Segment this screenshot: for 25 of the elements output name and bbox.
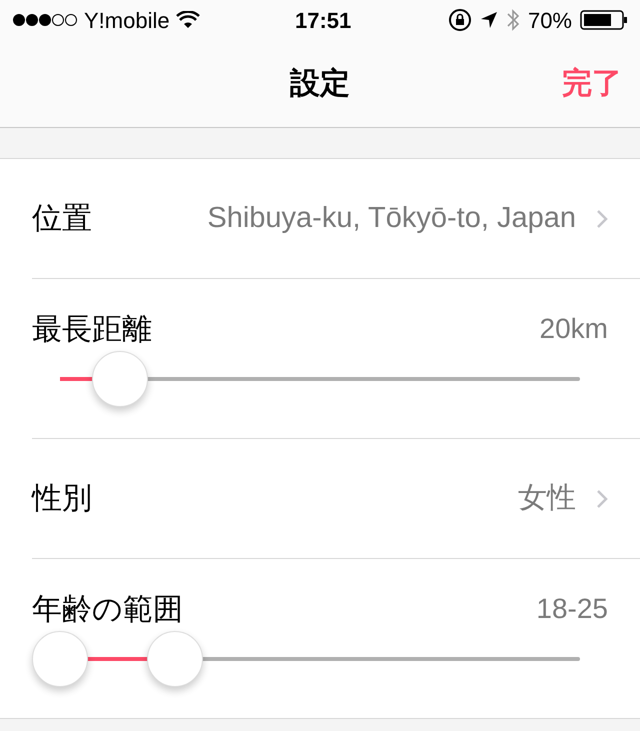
rotation-lock-icon [448,8,472,32]
row-label: 性別 [32,481,92,517]
location-arrow-icon [480,11,498,29]
slider-thumb[interactable] [147,631,204,687]
row-value: 18-25 [536,592,608,626]
slider-thumb[interactable] [92,351,148,407]
chevron-right-icon [596,208,608,228]
row-label: 最長距離 [32,312,152,348]
signal-icon [12,13,78,27]
row-label: 位置 [32,201,92,237]
settings-row[interactable]: 位置 Shibuya-ku, Tōkyō-to, Japan [32,159,608,278]
status-time: 17:51 [295,6,352,34]
page-title: 設定 [290,66,350,102]
bluetooth-icon [506,8,520,32]
settings-row[interactable]: 性別 女性 [32,439,608,558]
row-label: 年齢の範囲 [32,592,183,628]
wifi-icon [176,11,200,29]
battery-percent: 70% [528,6,572,34]
row-value: Shibuya-ku, Tōkyō-to, Japan [207,200,576,236]
row-value: 20km [540,312,608,346]
carrier-name: Y!mobile [84,6,170,34]
row-value: 女性 [518,480,576,516]
slider-thumb[interactable] [32,631,88,687]
chevron-right-icon [596,488,608,508]
battery-icon [580,10,628,30]
